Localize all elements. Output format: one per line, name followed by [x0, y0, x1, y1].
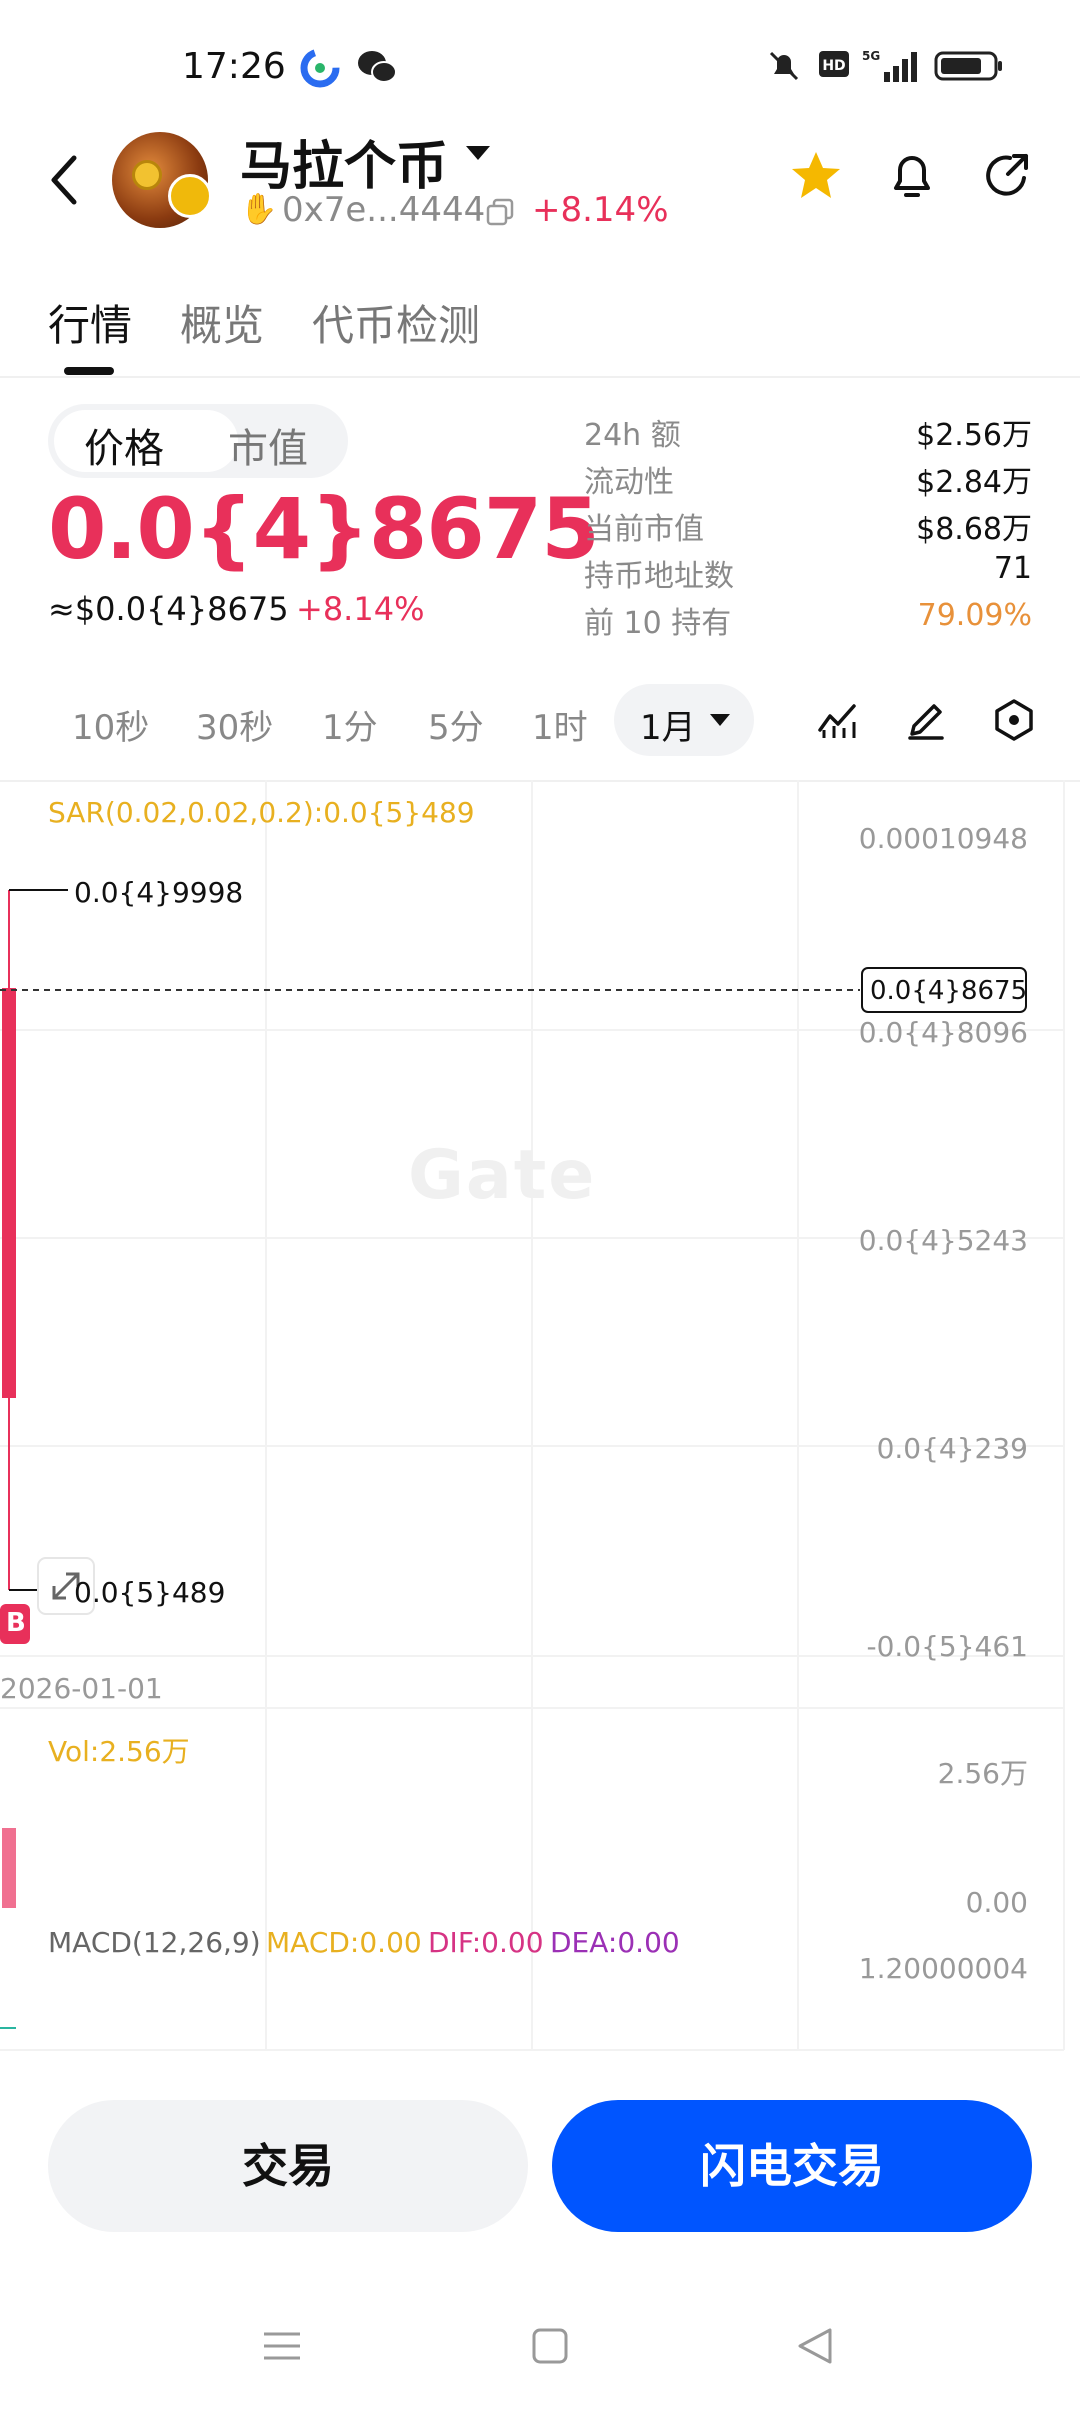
toggle-market-cap[interactable]: 市值 [228, 416, 308, 474]
y-tick: 0.00010948 [858, 822, 1028, 855]
trade-button[interactable]: 交易 [48, 2100, 528, 2232]
timeframe-selector[interactable]: 1月 [614, 684, 754, 756]
y-tick: 0.0{4}5243 [858, 1224, 1028, 1257]
divider [0, 376, 1080, 378]
back-icon[interactable] [44, 150, 84, 210]
price-mcap-toggle[interactable]: 价格 市值 [48, 404, 348, 478]
candlestick-chart[interactable] [0, 780, 1080, 2060]
volume-tick: 2.56万 [937, 1757, 1028, 1790]
macd-value: MACD:0.00 [266, 1926, 422, 1959]
price-change: +8.14% [296, 590, 425, 628]
usd-price: ≈$0.0{4}8675 [48, 590, 289, 628]
stat-value-mcap: $8.68万 [916, 512, 1032, 547]
contract-address: 0x7e...4444 [282, 190, 486, 230]
tab-market[interactable]: 行情 [48, 292, 132, 353]
token-name[interactable]: 马拉个币 [240, 124, 448, 199]
draw-pencil-icon[interactable] [904, 698, 948, 742]
high-price-label: 0.0{4}9998 [74, 876, 244, 909]
hand-icon: ✋ [240, 192, 278, 227]
volume-tick: 0.00 [965, 1886, 1028, 1919]
timeframe-1m[interactable]: 1分 [322, 700, 378, 749]
svg-text:5G: 5G [862, 49, 880, 63]
volume-bar [2, 1828, 16, 1908]
battery-icon [934, 51, 1002, 81]
status-time: 17:26 [182, 46, 286, 87]
stat-value-volume: $2.56万 [916, 418, 1032, 453]
toggle-price[interactable]: 价格 [84, 416, 164, 474]
macd-tick: 1.20000004 [858, 1952, 1028, 1985]
dif-value: DIF:0.00 [428, 1926, 544, 1959]
status-bar: 17:26 HD 5G [0, 0, 1080, 130]
stat-label-liquidity: 流动性 [584, 465, 674, 500]
flash-trade-button[interactable]: 闪电交易 [552, 2100, 1032, 2232]
tab-indicator [64, 367, 114, 375]
copy-icon[interactable] [486, 198, 514, 226]
stat-value-top10: 79.09% [917, 598, 1032, 633]
chevron-down-icon[interactable] [466, 146, 490, 160]
menu-icon[interactable] [258, 2322, 306, 2370]
stat-value-holders: 71 [993, 551, 1032, 586]
wechat-icon [358, 51, 397, 83]
mute-bell-icon [769, 51, 799, 81]
header-change: +8.14% [532, 190, 669, 230]
x-tick: 2026-01-01 [0, 1672, 163, 1705]
home-icon[interactable] [526, 2322, 574, 2370]
candle-body [2, 988, 16, 1398]
stat-label-top10: 前 10 持有 [584, 606, 732, 641]
tab-token-check[interactable]: 代币检测 [312, 292, 480, 353]
indicator-icon[interactable] [816, 698, 860, 742]
browser-app-icon [300, 48, 340, 88]
timeframe-active-label: 1月 [640, 708, 696, 748]
dea-value: DEA:0.00 [550, 1926, 680, 1959]
gate-watermark: Gate [408, 1136, 597, 1215]
current-price: 0.0{4}8675 [48, 480, 600, 578]
current-price-tag-label: 0.0{4}8675 [870, 976, 1028, 1006]
timeframe-5m[interactable]: 5分 [428, 700, 484, 749]
y-tick: -0.0{5}461 [866, 1630, 1028, 1663]
stat-label-mcap: 当前市值 [584, 512, 704, 547]
low-price-label: 0.0{5}489 [74, 1576, 226, 1609]
timeframe-30s[interactable]: 30秒 [196, 700, 273, 749]
share-icon[interactable] [980, 148, 1036, 204]
timeframe-10s[interactable]: 10秒 [72, 700, 149, 749]
buy-marker-label: B [6, 1608, 26, 1638]
y-tick: 0.0{4}239 [876, 1432, 1028, 1465]
svg-text:HD: HD [822, 58, 845, 74]
y-tick: 0.0{4}8096 [858, 1016, 1028, 1049]
tab-overview[interactable]: 概览 [180, 292, 264, 353]
sar-indicator: SAR(0.02,0.02,0.2):0.0{5}489 [48, 796, 475, 829]
hd-icon: HD [819, 51, 849, 77]
chevron-down-icon [710, 714, 730, 726]
favorite-star-icon[interactable] [788, 148, 844, 204]
bell-icon[interactable] [884, 148, 940, 204]
timeframe-1h[interactable]: 1时 [532, 700, 588, 749]
volume-indicator: Vol:2.56万 [48, 1735, 190, 1768]
macd-indicator: MACD(12,26,9) [48, 1926, 261, 1959]
signal-icon: 5G [862, 49, 917, 82]
stat-value-liquidity: $2.84万 [916, 465, 1032, 500]
back-nav-icon[interactable] [792, 2322, 840, 2370]
bnb-chain-icon [168, 174, 212, 218]
stat-label-volume: 24h 额 [584, 418, 681, 453]
settings-hexagon-icon[interactable] [992, 698, 1036, 742]
stat-label-holders: 持币地址数 [584, 559, 734, 594]
